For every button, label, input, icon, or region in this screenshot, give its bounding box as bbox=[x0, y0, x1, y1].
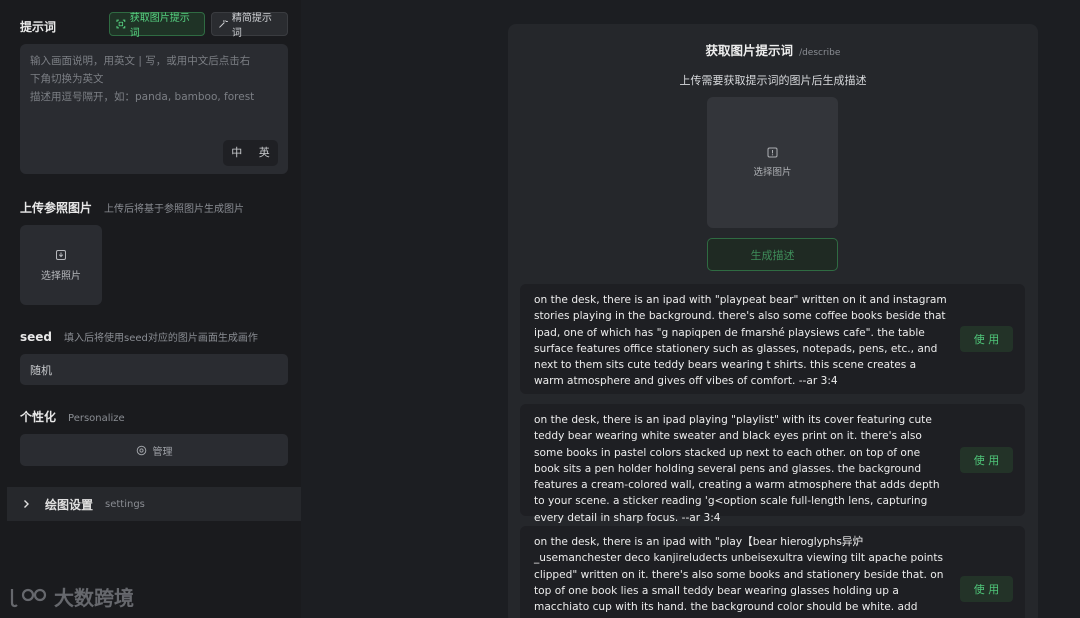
result-item: on the desk, there is an ipad with "play… bbox=[520, 526, 1025, 618]
personalize-manage-button[interactable]: 管理 bbox=[20, 434, 288, 466]
describe-card: 获取图片提示词/describe 上传需要获取提示词的图片后生成描述 选择图片 … bbox=[508, 24, 1038, 618]
settings-title: 绘图设置 bbox=[45, 497, 94, 512]
upload-icon bbox=[767, 147, 778, 158]
personal-title: 个性化 bbox=[20, 410, 57, 424]
select-image-label: 选择图片 bbox=[753, 167, 792, 178]
language-toggle: 中 英 bbox=[223, 140, 278, 166]
generate-description-button[interactable]: 生成描述 bbox=[707, 238, 838, 271]
use-button[interactable]: 使 用 bbox=[960, 447, 1013, 473]
prompt-placeholder-line: 下角切换为英文 bbox=[30, 73, 104, 85]
prompt-placeholder-line: 输入画面说明，用英文 | 写，或用中文后点击右 bbox=[30, 55, 251, 67]
upload-section-title: 上传参照图片 上传后将基于参照图片生成图片 bbox=[20, 199, 244, 216]
watermark-text: 大数跨境 bbox=[54, 586, 134, 610]
settings-subtitle: settings bbox=[105, 498, 145, 510]
upload-label: 选择照片 bbox=[41, 270, 81, 282]
upload-hint: 上传需要获取提示词的图片后生成描述 bbox=[679, 74, 867, 87]
prompt-input[interactable]: 输入画面说明，用英文 | 写，或用中文后点击右 下角切换为英文 描述用逗号隔开，… bbox=[20, 44, 288, 174]
prompt-title: 提示词 bbox=[20, 20, 57, 34]
left-panel: 提示词 获取图片提示词 精简提示词 输入画面说明，用英文 | 写，或用中文后点击… bbox=[0, 0, 301, 618]
reference-image-upload[interactable]: 选择照片 bbox=[20, 225, 102, 305]
use-button[interactable]: 使 用 bbox=[960, 576, 1013, 602]
personalize-manage-label: 管理 bbox=[152, 446, 173, 458]
lang-zh-button[interactable]: 中 bbox=[231, 144, 242, 162]
tab-refine-label: 精简提示词 bbox=[231, 13, 272, 39]
result-item: on the desk, there is an ipad with "play… bbox=[520, 284, 1025, 394]
describe-command: /describe bbox=[799, 48, 841, 58]
describe-title-row: 获取图片提示词/describe bbox=[508, 40, 1038, 59]
personal-section-title: 个性化 Personalize bbox=[20, 408, 125, 425]
tab-describe-label: 获取图片提示词 bbox=[129, 13, 190, 39]
describe-title: 获取图片提示词 bbox=[705, 43, 794, 58]
scan-icon bbox=[116, 19, 126, 29]
chevron-right-icon bbox=[24, 500, 29, 508]
use-button[interactable]: 使 用 bbox=[960, 326, 1013, 352]
personal-subtitle: Personalize bbox=[68, 413, 125, 424]
prompt-placeholder-line: 描述用逗号隔开，如：panda, bamboo, forest bbox=[30, 91, 255, 103]
seed-subtitle: 填入后将使用seed对应的图片画面生成画作 bbox=[64, 333, 258, 344]
watermark: 大数跨境 bbox=[8, 582, 134, 611]
result-text: on the desk, there is an ipad with "play… bbox=[534, 536, 944, 618]
upload-icon bbox=[56, 249, 66, 260]
image-dropzone[interactable]: 选择图片 bbox=[707, 97, 838, 228]
drawing-settings-toggle[interactable]: 绘图设置 settings bbox=[7, 487, 301, 521]
tab-describe[interactable]: 获取图片提示词 bbox=[109, 12, 205, 39]
magic-wand-icon bbox=[219, 20, 228, 28]
lang-en-button[interactable]: 英 bbox=[259, 144, 270, 162]
result-text: on the desk, there is an ipad with "play… bbox=[534, 294, 947, 388]
seed-section-title: seed 填入后将使用seed对应的图片画面生成画作 bbox=[20, 329, 258, 344]
upload-subtitle: 上传后将基于参照图片生成图片 bbox=[104, 204, 245, 215]
upload-title: 上传参照图片 bbox=[20, 201, 93, 215]
result-item: on the desk, there is an ipad playing "p… bbox=[520, 404, 1025, 524]
tab-refine[interactable]: 精简提示词 bbox=[211, 12, 288, 39]
app-root: 提示词 获取图片提示词 精简提示词 输入画面说明，用英文 | 写，或用中文后点击… bbox=[0, 0, 1080, 618]
seed-title: seed bbox=[20, 330, 53, 344]
watermark-logo-icon bbox=[10, 588, 47, 607]
result-text: on the desk, there is an ipad playing "p… bbox=[534, 414, 940, 524]
settings-icon bbox=[136, 445, 146, 455]
seed-input[interactable]: 随机 bbox=[20, 354, 288, 385]
